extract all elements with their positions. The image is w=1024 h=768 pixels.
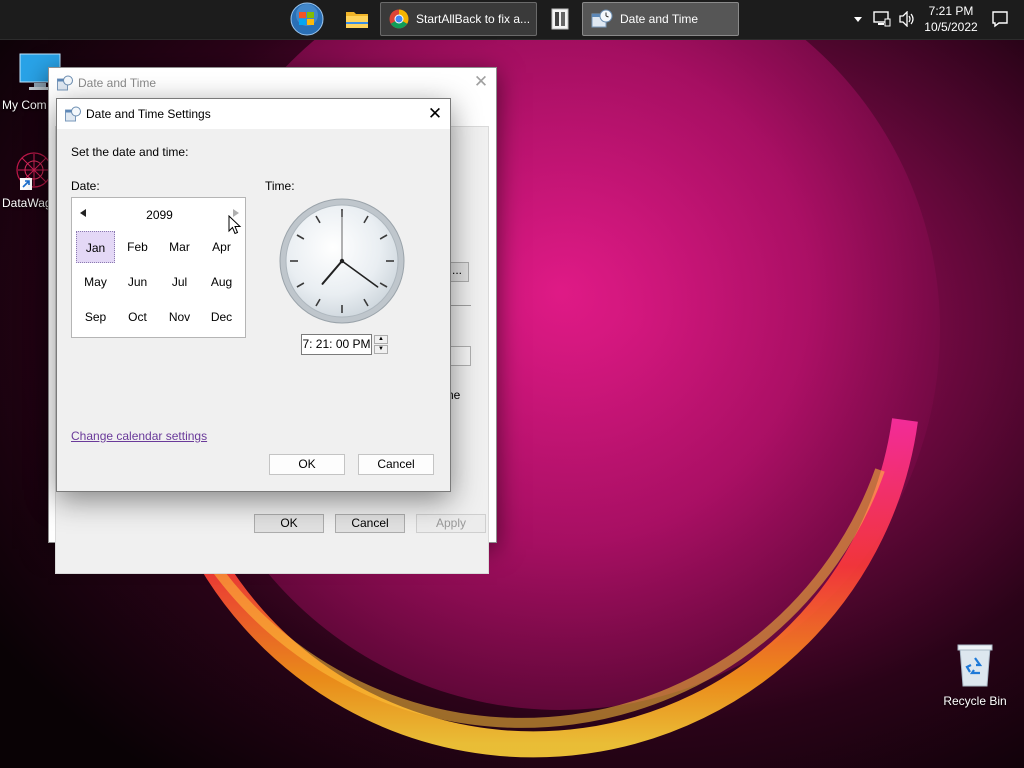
clock-center <box>339 258 345 264</box>
ok-button[interactable]: OK <box>254 514 324 533</box>
calendar-month-apr[interactable]: Apr <box>202 231 241 263</box>
calendar-prev-button[interactable] <box>77 208 89 220</box>
window-close-button[interactable]: ✕ <box>469 70 493 94</box>
dialog-titlebar: Date and Time Settings ✕ <box>57 99 450 129</box>
window-title: Date and Time <box>78 76 157 90</box>
tray-overflow-button[interactable] <box>847 8 869 30</box>
analog-clock <box>279 198 405 324</box>
notification-icon <box>992 11 1008 28</box>
desktop-icon-label: Recycle Bin <box>943 694 1007 708</box>
mouse-cursor-icon <box>228 215 242 235</box>
calendar-month-sep[interactable]: Sep <box>76 301 115 333</box>
cancel-button[interactable]: Cancel <box>358 454 434 475</box>
windows-start-orb-icon <box>290 2 324 36</box>
start-button[interactable] <box>288 2 326 36</box>
calendar-month-oct[interactable]: Oct <box>118 301 157 333</box>
calendar-month-feb[interactable]: Feb <box>118 231 157 263</box>
dialog-title: Date and Time Settings <box>86 107 211 121</box>
speaker-icon <box>899 11 914 27</box>
chevron-left-icon <box>80 209 86 217</box>
clock-time: 7:21 PM <box>928 4 974 18</box>
network-icon <box>873 11 891 27</box>
calendar-month-jan[interactable]: Jan <box>76 231 115 263</box>
calendar-month-dec[interactable]: Dec <box>202 301 241 333</box>
button-label: ... <box>451 263 462 277</box>
chrome-icon <box>389 9 409 29</box>
dialog-heading: Set the date and time: <box>71 145 189 159</box>
cancel-button[interactable]: Cancel <box>335 514 405 533</box>
change-calendar-settings-link[interactable]: Change calendar settings <box>71 429 207 443</box>
calendar-month-aug[interactable]: Aug <box>202 266 241 298</box>
folder-icon <box>346 12 368 28</box>
tray-volume-button[interactable] <box>896 8 918 30</box>
date-calendar: 2099 Jan Feb Mar Apr May Jun Jul Aug Sep Oct Nov De… <box>71 197 246 338</box>
calendar-year-header[interactable]: 2099 <box>72 208 247 222</box>
taskbar-clock[interactable]: 7:21 PM 10/5/2022 <box>918 3 984 35</box>
taskbar-task-label: Date and Time <box>620 12 699 26</box>
date-label: Date: <box>71 179 100 193</box>
calendar-month-mar[interactable]: Mar <box>160 231 199 263</box>
notification-center-button[interactable] <box>989 8 1011 30</box>
date-time-icon <box>65 106 81 122</box>
apply-button[interactable]: Apply <box>416 514 486 533</box>
caret-up-icon <box>854 17 862 22</box>
time-spin-down[interactable]: ▼ <box>374 345 388 354</box>
desktop-icon-recycle-bin[interactable]: Recycle Bin <box>940 642 1010 708</box>
recycle-bin-icon <box>957 644 993 687</box>
dialog-close-button[interactable]: ✕ <box>423 102 447 126</box>
ok-button[interactable]: OK <box>269 454 345 475</box>
clock-date: 10/5/2022 <box>924 20 978 34</box>
taskbar-task-chrome[interactable]: StartAllBack to fix a... <box>380 2 537 36</box>
file-explorer-button[interactable] <box>340 2 374 36</box>
calendar-month-nov[interactable]: Nov <box>160 301 199 333</box>
document-book-icon <box>551 8 569 30</box>
taskbar-task-label: StartAllBack to fix a... <box>416 12 531 26</box>
time-label: Time: <box>265 179 295 193</box>
time-spin-up[interactable]: ▲ <box>374 335 388 344</box>
tray-network-button[interactable] <box>871 8 893 30</box>
date-time-icon <box>591 9 613 28</box>
taskbar-pinned-app[interactable] <box>546 2 574 36</box>
taskbar: StartAllBack to fix a... Date and Time 7… <box>0 0 1024 40</box>
date-time-icon <box>57 75 73 91</box>
date-and-time-settings-dialog: Date and Time Settings ✕ Set the date an… <box>56 98 451 492</box>
taskbar-task-date-and-time[interactable]: Date and Time <box>582 2 739 36</box>
calendar-month-jun[interactable]: Jun <box>118 266 157 298</box>
calendar-month-may[interactable]: May <box>76 266 115 298</box>
calendar-month-jul[interactable]: Jul <box>160 266 199 298</box>
time-input[interactable]: 7: 21: 00 PM <box>301 334 372 355</box>
